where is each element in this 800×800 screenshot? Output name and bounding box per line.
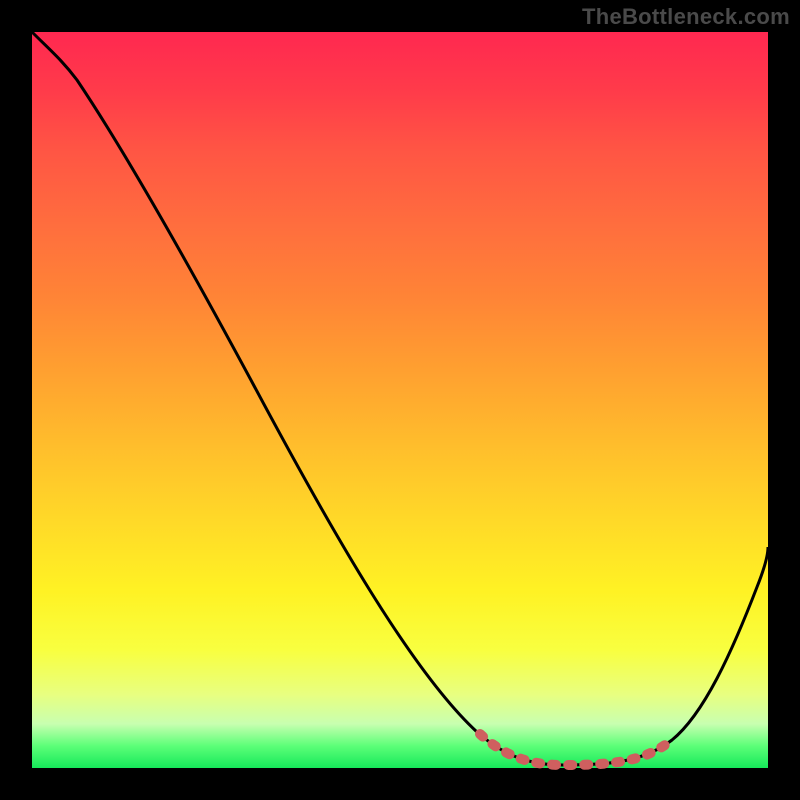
bottleneck-curve bbox=[32, 32, 768, 765]
watermark-text: TheBottleneck.com bbox=[582, 4, 790, 30]
plot-area bbox=[32, 32, 768, 768]
sweet-spot-band bbox=[480, 734, 669, 765]
chart-frame: TheBottleneck.com bbox=[0, 0, 800, 800]
curve-svg bbox=[32, 32, 768, 768]
